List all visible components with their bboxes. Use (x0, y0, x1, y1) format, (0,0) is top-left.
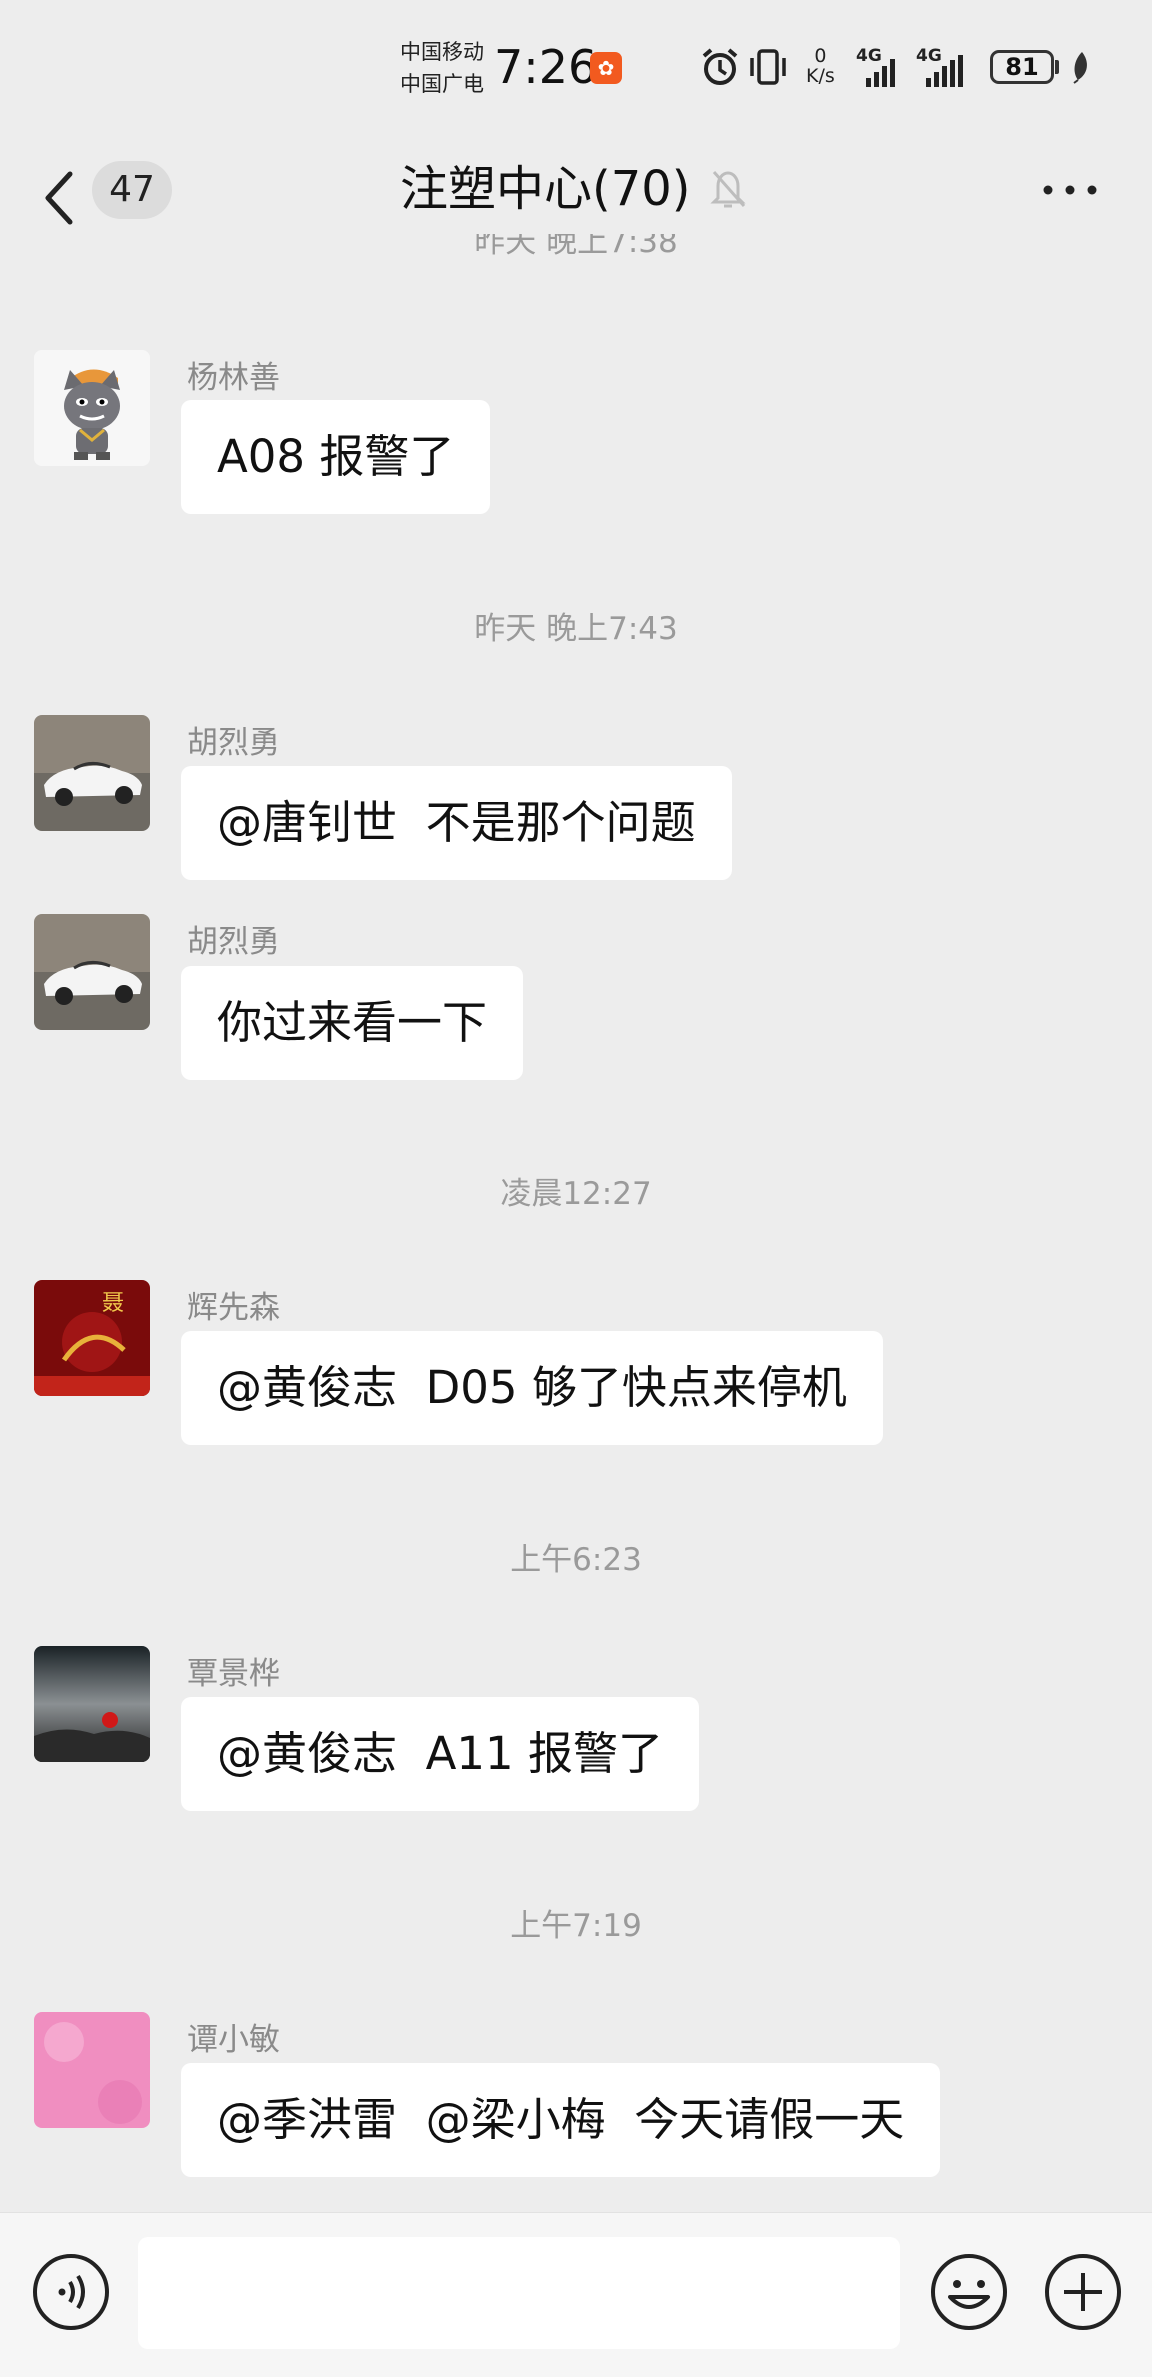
unread-count-badge[interactable]: 47 (92, 161, 172, 219)
car-avatar-image (34, 914, 150, 1030)
battery-nub (1055, 60, 1059, 74)
sender-name: 杨林善 (187, 360, 280, 396)
signal-2-icon (926, 55, 963, 87)
avatar-car[interactable] (34, 715, 150, 831)
timestamp: 上午7:19 (510, 1908, 642, 1944)
alarm-icon (702, 48, 738, 85)
status-bar: 中国移动 中国广电 7:26 ✿ 0 K/s 4G 4G 81 (0, 0, 1152, 140)
dark-landscape-avatar-image (34, 1646, 150, 1762)
net-speed-unit: K/s (806, 65, 835, 87)
avatar-red-calligraphy[interactable]: 聂 (34, 1280, 150, 1396)
timestamp: 凌晨12:27 (500, 1176, 652, 1212)
pink-moon-avatar-image (34, 2012, 150, 2128)
message-bubble[interactable]: @黄俊志 A11 报警了 (181, 1697, 699, 1811)
carrier-1: 中国移动 (400, 40, 484, 64)
avatar-dark-landscape[interactable] (34, 1646, 150, 1762)
app-notification-icon: ✿ (590, 52, 622, 84)
net-speed-value: 0 (814, 45, 827, 67)
avatar-pink-moon[interactable] (34, 2012, 150, 2128)
status-time: 7:26 (494, 40, 598, 94)
message-bubble[interactable]: @季洪雷 @梁小梅 今天请假一天 (181, 2063, 941, 2177)
net-speed: 0 K/s (806, 46, 835, 86)
voice-input-icon[interactable] (30, 2251, 112, 2333)
avatar-character: 聂 (102, 1291, 124, 1316)
timestamp-clipped-text: 昨天 晚上7:38 (474, 234, 678, 258)
car-avatar-image (34, 715, 150, 831)
timestamp: 上午6:23 (510, 1542, 642, 1578)
battery-indicator: 81 (990, 50, 1054, 84)
carrier-labels: 中国移动 中国广电 (400, 36, 484, 100)
signal-1-icon (866, 59, 895, 87)
sender-name: 胡烈勇 (187, 924, 280, 960)
timestamp: 昨天 晚上7:43 (474, 611, 678, 647)
timestamp-clipped: 昨天 晚上7:38 (0, 234, 1152, 258)
sender-name: 覃景桦 (187, 1656, 280, 1692)
muted-bell-icon (710, 171, 746, 208)
carrier-2: 中国广电 (400, 72, 484, 96)
message-input[interactable] (138, 2237, 900, 2349)
sender-name: 谭小敏 (187, 2022, 280, 2058)
back-arrow-icon[interactable] (40, 166, 76, 230)
message-bubble[interactable]: A08 报警了 (181, 400, 491, 514)
red-calligraphy-avatar-image: 聂 (34, 1280, 150, 1396)
message-bubble[interactable]: 你过来看一下 (181, 966, 524, 1080)
message-bubble[interactable]: @黄俊志 D05 够了快点来停机 (181, 1331, 883, 1445)
wolf-avatar-image (34, 350, 150, 466)
avatar-car[interactable] (34, 914, 150, 1030)
vibrate-icon (750, 49, 786, 85)
message-bubble[interactable]: @唐钊世 不是那个问题 (181, 766, 732, 880)
sender-name: 胡烈勇 (187, 725, 280, 761)
sender-name: 辉先森 (187, 1290, 280, 1326)
emoji-icon[interactable] (928, 2251, 1010, 2333)
chat-title: 注塑中心(70) (400, 161, 691, 217)
avatar-wolf[interactable] (34, 350, 150, 466)
input-bar (0, 2212, 1152, 2377)
power-saving-leaf-icon (1073, 52, 1087, 84)
more-options-icon[interactable] (1040, 170, 1100, 210)
add-attachment-icon[interactable] (1042, 2251, 1124, 2333)
